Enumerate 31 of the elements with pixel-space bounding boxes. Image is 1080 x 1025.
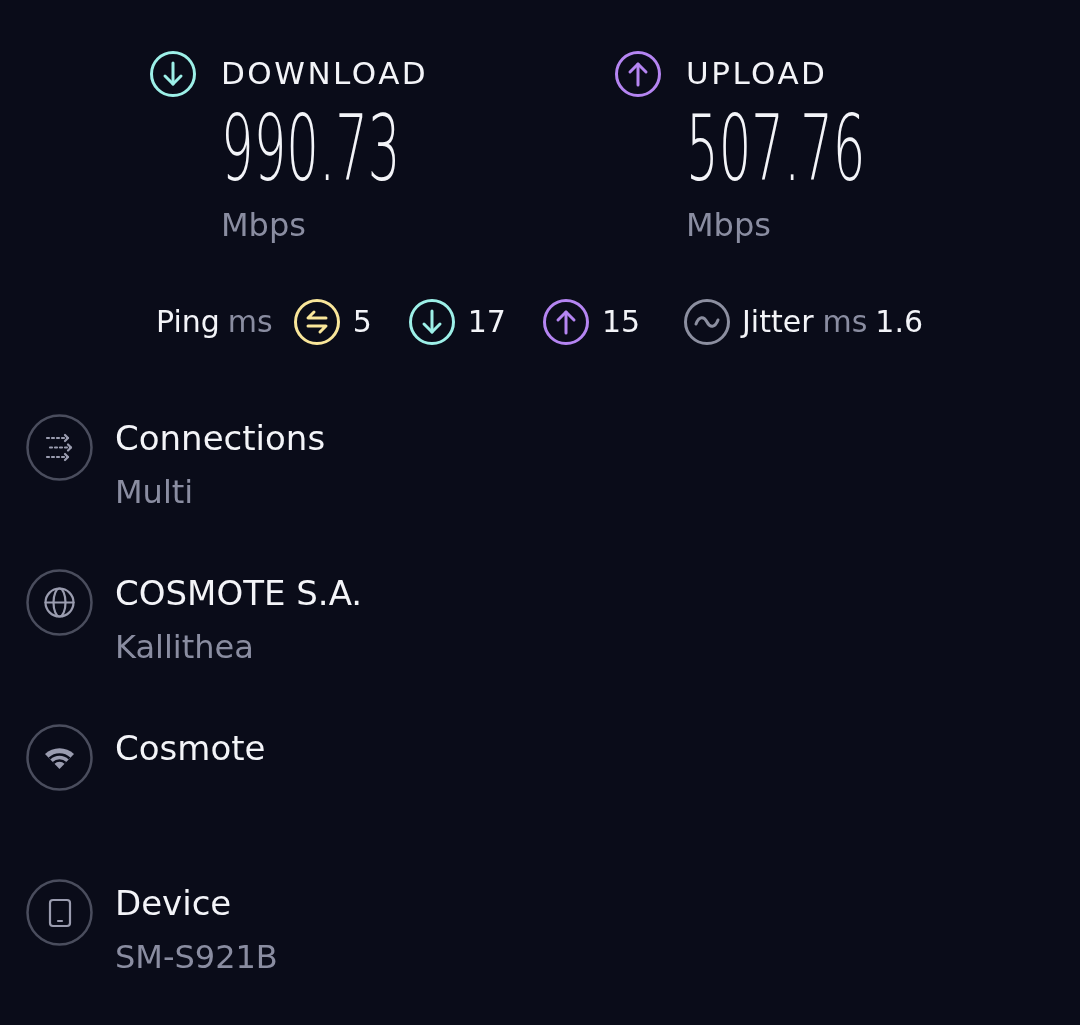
- unit-label: Mbps: [221, 206, 306, 245]
- result-label: DOWNLOAD: [221, 55, 429, 93]
- detail-title: COSMOTE S.A.: [115, 573, 363, 614]
- speed-value: 990.73: [221, 104, 401, 194]
- unit-label: Mbps: [686, 206, 771, 245]
- ping-value: 15: [601, 304, 641, 341]
- result-label: UPLOAD: [686, 55, 828, 93]
- dotted-arrows-icon: [26, 414, 93, 482]
- ping-value: 17: [467, 304, 506, 341]
- wave-icon: [684, 299, 730, 346]
- jitter-unit: ms: [822, 304, 868, 341]
- detail-subtitle: Kallithea: [115, 628, 254, 667]
- arrow-up-icon: [615, 51, 661, 97]
- arrow-up-icon: [542, 299, 589, 346]
- jitter-value: 1.6: [875, 304, 924, 341]
- ping-unit: ms: [227, 304, 273, 341]
- arrow-down-icon: [150, 51, 196, 97]
- detail-subtitle: Multi: [115, 473, 194, 512]
- arrow-down-icon: [408, 299, 455, 346]
- detail-title: Connections: [115, 418, 326, 459]
- detail-title: Cosmote: [115, 728, 266, 769]
- two-way-arrows-icon: [293, 299, 340, 346]
- detail-subtitle: SM-S921B: [115, 938, 278, 977]
- phone-icon: [26, 879, 93, 947]
- detail-title: Device: [115, 883, 232, 924]
- globe-icon: [26, 569, 93, 637]
- speed-value: 507.76: [686, 104, 866, 194]
- jitter-label: Jitter: [742, 304, 814, 341]
- ping-value: 5: [352, 304, 372, 341]
- wifi-icon: [26, 724, 93, 792]
- ping-label: Ping: [156, 304, 220, 341]
